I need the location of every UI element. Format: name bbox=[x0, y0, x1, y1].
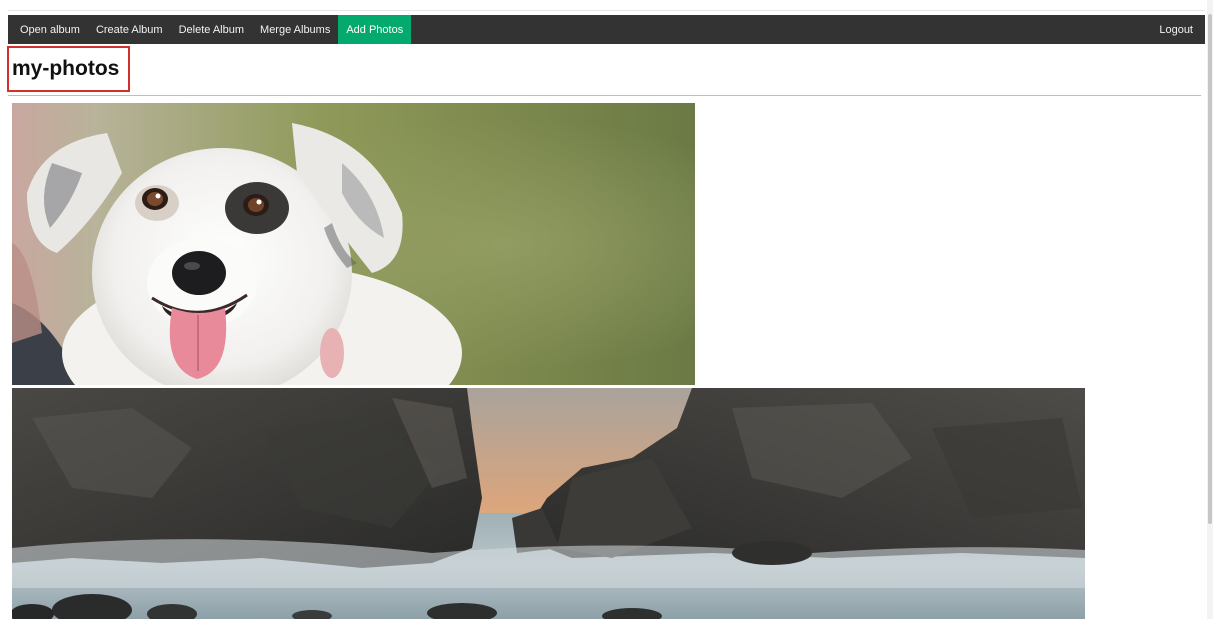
header-divider bbox=[8, 95, 1201, 96]
photo-seascape-image bbox=[12, 388, 1085, 619]
photo-dog-image bbox=[12, 103, 695, 385]
photo-seascape[interactable] bbox=[12, 388, 1085, 619]
top-divider bbox=[8, 10, 1205, 11]
nav-open-album[interactable]: Open album bbox=[8, 15, 88, 44]
logout-button[interactable]: Logout bbox=[1151, 15, 1205, 44]
top-navbar: Open album Create Album Delete Album Mer… bbox=[8, 15, 1205, 44]
scrollbar-thumb[interactable] bbox=[1208, 14, 1212, 524]
vertical-scrollbar[interactable] bbox=[1207, 0, 1213, 619]
nav-delete-album[interactable]: Delete Album bbox=[171, 15, 252, 44]
album-title: my-photos bbox=[12, 57, 120, 80]
nav-add-photos[interactable]: Add Photos bbox=[338, 15, 412, 44]
nav-merge-albums[interactable]: Merge Albums bbox=[252, 15, 338, 44]
nav-spacer bbox=[411, 15, 1151, 44]
nav-create-album[interactable]: Create Album bbox=[88, 15, 171, 44]
photo-dog[interactable] bbox=[12, 103, 695, 385]
page: Open album Create Album Delete Album Mer… bbox=[0, 0, 1213, 619]
